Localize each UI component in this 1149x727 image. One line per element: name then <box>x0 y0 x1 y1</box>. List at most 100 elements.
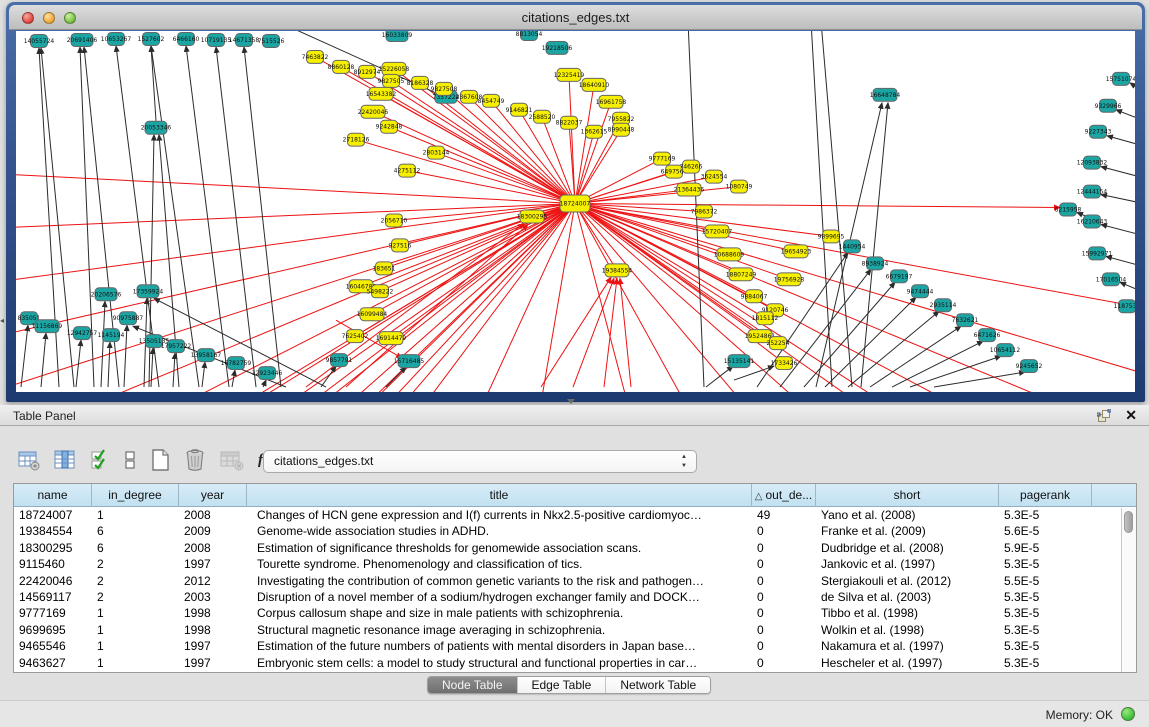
graph-node[interactable]: 7625402 <box>342 330 369 343</box>
graph-node[interactable]: 18724007 <box>560 195 591 212</box>
graph-node[interactable]: 19654923 <box>781 245 812 258</box>
graph-node[interactable]: 16961758 <box>596 95 627 108</box>
graph-node[interactable]: 1527602 <box>138 32 165 45</box>
network-window-titlebar[interactable]: citations_edges.txt <box>9 5 1142 30</box>
graph-node[interactable]: 1187533 <box>1114 300 1135 313</box>
graph-node[interactable]: 9899695 <box>818 230 845 243</box>
graph-node[interactable]: 17016504 <box>1096 273 1127 286</box>
graph-node[interactable]: 18807249 <box>726 268 757 281</box>
graph-node[interactable]: 12444154 <box>1077 185 1108 198</box>
graph-node[interactable]: 7515526 <box>258 34 285 47</box>
row-checks-icon[interactable] <box>90 449 110 471</box>
graph-node[interactable]: 15716485 <box>394 355 425 368</box>
split-pane-handle[interactable] <box>567 399 575 404</box>
column-header-in_degree[interactable]: in_degree <box>92 484 179 507</box>
graph-node[interactable]: 8860128 <box>328 60 355 73</box>
graph-node[interactable]: 746266 <box>680 160 703 173</box>
select-column-icon[interactable] <box>54 449 76 471</box>
graph-node[interactable]: 10719135 <box>201 33 232 46</box>
rows-icon[interactable] <box>124 449 136 471</box>
graph-node[interactable]: 14055724 <box>24 34 55 47</box>
float-panel-icon[interactable] <box>1097 409 1111 423</box>
graph-node[interactable]: 90975887 <box>113 312 144 325</box>
graph-node[interactable]: 22420046 <box>358 105 389 118</box>
table-row[interactable]: 946554611997Estimation of the future num… <box>14 638 1136 654</box>
graph-node[interactable]: 12923446 <box>252 367 283 380</box>
graph-node[interactable]: 1440954 <box>839 240 866 253</box>
graph-node[interactable]: 19218506 <box>542 41 573 54</box>
table-row[interactable]: 1872400712008Changes of HCN gene express… <box>14 507 1136 523</box>
graph-node[interactable]: 1733426 <box>771 357 798 370</box>
graph-node[interactable]: 9474444 <box>907 285 934 298</box>
graph-node[interactable]: 2588520 <box>529 110 556 123</box>
close-panel-icon[interactable]: ✕ <box>1125 407 1137 424</box>
graph-node[interactable]: 16033809 <box>382 31 413 41</box>
table-row[interactable]: 911546021997Tourette syndrome. Phenomeno… <box>14 556 1136 572</box>
table-vertical-scrollbar[interactable] <box>1121 508 1136 672</box>
table-row[interactable]: 969969511998Structural magnetic resonanc… <box>14 622 1136 638</box>
graph-node[interactable]: 3624554 <box>701 170 728 183</box>
graph-node[interactable]: 1362615 <box>581 125 608 138</box>
graph-node[interactable]: 2718126 <box>343 133 370 146</box>
table-source-select[interactable]: citations_edges.txt ▲▼ <box>263 450 697 473</box>
graph-node[interactable]: 12325419 <box>554 68 585 81</box>
graph-node[interactable]: 16099484 <box>357 308 388 321</box>
graph-node[interactable]: 16543382 <box>366 87 397 100</box>
table-row[interactable]: 1830029562008Estimation of significance … <box>14 540 1136 556</box>
graph-node[interactable]: 1080749 <box>726 180 753 193</box>
graph-node[interactable]: 1145194 <box>98 329 125 342</box>
graph-node[interactable]: 8938924 <box>862 257 889 270</box>
graph-node[interactable]: 10654112 <box>990 344 1021 357</box>
scrollbar-thumb[interactable] <box>1124 511 1133 533</box>
graph-node[interactable]: 9245652 <box>1016 360 1043 373</box>
graph-node[interactable]: 21364436 <box>674 183 705 196</box>
column-header-name[interactable]: name <box>14 484 92 507</box>
new-file-icon[interactable] <box>150 448 170 472</box>
graph-node[interactable]: 7463822 <box>302 50 329 63</box>
table-settings-icon[interactable] <box>18 449 40 471</box>
column-header-short[interactable]: short <box>816 484 999 507</box>
graph-node[interactable]: 16914479 <box>376 332 407 345</box>
graph-node[interactable]: 2803144 <box>423 146 450 159</box>
column-header-out_de[interactable]: △out_de... <box>752 484 816 507</box>
graph-node[interactable]: 20206576 <box>91 288 122 301</box>
table-row[interactable]: 1456911722003Disruption of a novel membe… <box>14 589 1136 605</box>
delete-icon[interactable] <box>184 448 206 472</box>
graph-node[interactable]: 6679197 <box>886 270 913 283</box>
graph-node[interactable]: 252254 <box>767 337 790 350</box>
graph-node[interactable]: 7986372 <box>691 205 718 218</box>
graph-node[interactable]: 927516 <box>389 239 412 252</box>
graph-node[interactable]: 20691406 <box>67 33 98 46</box>
graph-node[interactable]: 15720407 <box>702 225 733 238</box>
graph-node[interactable]: 10688609 <box>714 248 745 261</box>
graph-node[interactable]: 17359924 <box>133 285 164 298</box>
graph-node[interactable]: 8822037 <box>556 116 583 129</box>
graph-node[interactable]: 11156869 <box>32 320 63 333</box>
column-header-year[interactable]: year <box>179 484 247 507</box>
graph-node[interactable]: 4275112 <box>394 164 421 177</box>
graph-node[interactable]: 15226058 <box>379 62 410 75</box>
graph-node[interactable]: 12942757 <box>67 327 98 340</box>
graph-node[interactable]: 19384554 <box>602 264 633 277</box>
graph-node[interactable]: 10653267 <box>101 32 132 45</box>
graph-node[interactable]: 8215958 <box>1055 203 1082 216</box>
graph-node[interactable]: 18300295 <box>517 210 548 223</box>
graph-node[interactable]: 14671358 <box>229 33 260 46</box>
graph-node[interactable]: 9242848 <box>376 120 403 133</box>
graph-node[interactable]: 16210643 <box>1077 215 1108 228</box>
tab-node-table[interactable]: Node Table <box>428 677 518 693</box>
tab-network-table[interactable]: Network Table <box>606 677 710 693</box>
graph-node[interactable]: 183651 <box>373 262 396 275</box>
graph-node[interactable]: 2056710 <box>381 214 408 227</box>
graph-node[interactable]: 8813054 <box>516 31 543 40</box>
graph-node[interactable]: 9827505 <box>378 74 405 87</box>
graph-node[interactable]: 8990448 <box>608 123 635 136</box>
table-row[interactable]: 946362711997Embryonic stem cells: a mode… <box>14 655 1136 671</box>
graph-node[interactable]: 20053346 <box>141 121 172 134</box>
table-row[interactable]: 977716911998Corpus callosum shape and si… <box>14 605 1136 621</box>
graph-node[interactable]: 19756928 <box>774 273 805 286</box>
graph-node[interactable]: 6466160 <box>173 32 200 45</box>
graph-node[interactable]: 18640910 <box>579 78 610 91</box>
graph-node[interactable]: 16648784 <box>870 88 901 101</box>
graph-node[interactable]: 15992971 <box>1082 247 1113 260</box>
